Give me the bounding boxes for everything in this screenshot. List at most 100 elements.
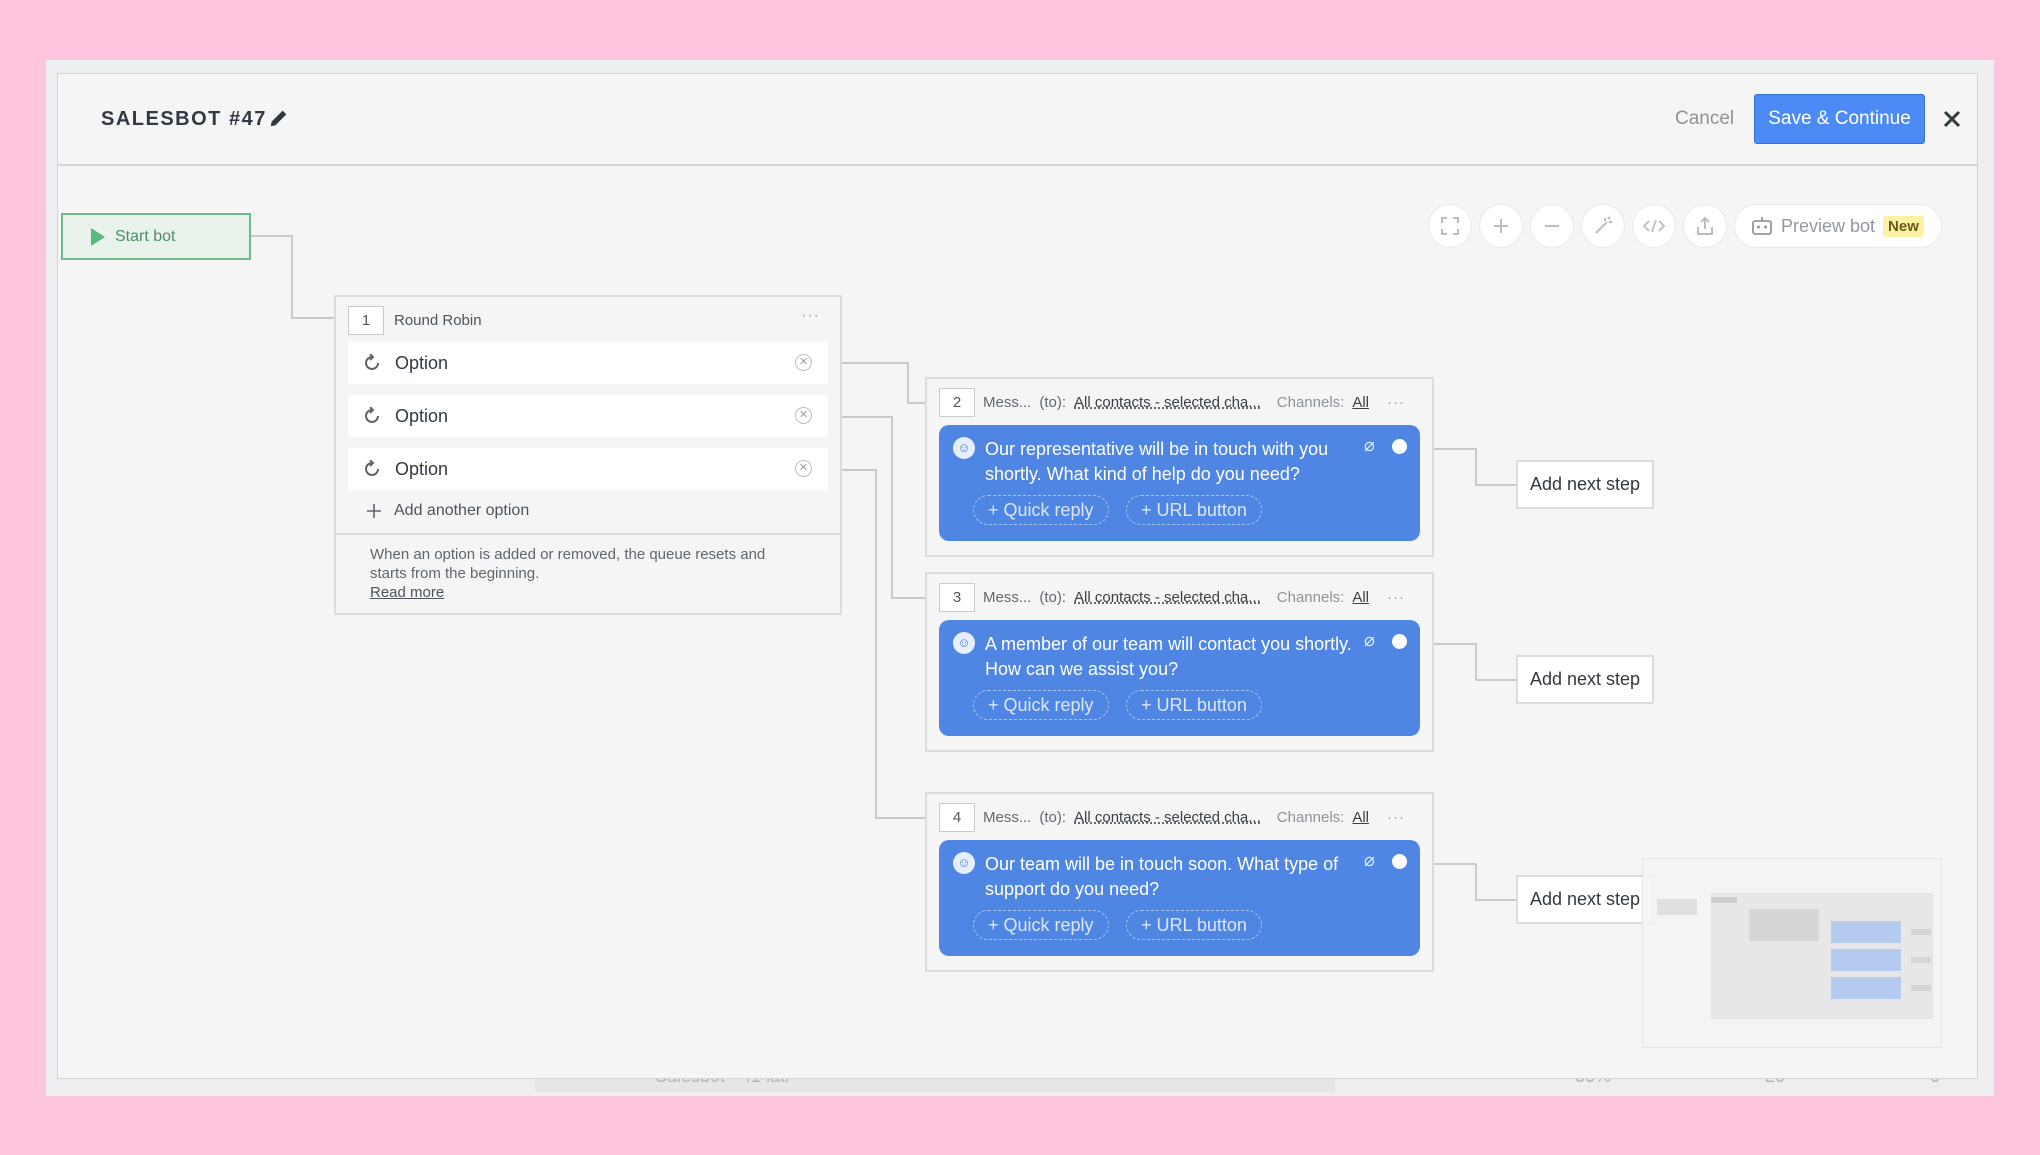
bot-avatar-icon: ☺	[953, 852, 975, 874]
more-options-icon[interactable]: ···	[801, 307, 820, 325]
fullscreen-button[interactable]	[1428, 204, 1472, 248]
code-button[interactable]	[1632, 204, 1676, 248]
refresh-icon	[365, 460, 379, 476]
round-robin-step[interactable]: 1 Round Robin ··· Option ✕ Option ✕ Opti…	[334, 295, 842, 615]
message-step-header: 3 Mess... (to): All contacts - selected …	[927, 574, 1432, 620]
message-step-header: 2 Mess... (to): All contacts - selected …	[927, 379, 1432, 425]
quick-reply-button[interactable]: + Quick reply	[973, 910, 1109, 940]
magic-wand-icon	[1595, 216, 1612, 234]
round-robin-option[interactable]: Option ✕	[348, 342, 828, 384]
output-connector[interactable]	[1392, 439, 1407, 454]
more-options-icon[interactable]: ···	[1387, 394, 1405, 411]
preview-bot-label: Preview bot	[1781, 215, 1876, 236]
more-options-icon[interactable]: ···	[1387, 589, 1405, 606]
bot-icon	[1752, 217, 1772, 235]
step-number: 4	[939, 802, 975, 832]
recipients-link[interactable]: All contacts - selected cha...	[1074, 394, 1261, 411]
attachment-icon[interactable]: ⌀	[1364, 435, 1375, 456]
export-button[interactable]	[1683, 204, 1727, 248]
recipients-link[interactable]: All contacts - selected cha...	[1074, 809, 1261, 826]
to-label: (to):	[1039, 393, 1067, 411]
step-title: Round Robin	[394, 312, 482, 329]
channels-link[interactable]: All	[1352, 589, 1369, 606]
message-bubble[interactable]: ☺ A member of our team will contact you …	[939, 620, 1420, 736]
channels-label: Channels:	[1276, 588, 1345, 606]
channels-label: Channels:	[1276, 808, 1345, 826]
to-label: (to):	[1039, 588, 1067, 606]
attachment-icon[interactable]: ⌀	[1364, 630, 1375, 651]
preview-bot-button[interactable]: Preview bot New	[1734, 204, 1942, 248]
play-icon	[91, 227, 105, 246]
minimap-node	[1831, 977, 1901, 999]
new-badge: New	[1883, 215, 1924, 237]
plus-icon	[367, 504, 381, 518]
minimap-node	[1711, 897, 1737, 903]
quick-reply-button[interactable]: + Quick reply	[973, 495, 1109, 525]
minimap-node	[1831, 921, 1901, 943]
minimap-node	[1911, 957, 1931, 963]
modal-header: SALESBOT #47 Cancel Save & Continue	[58, 74, 1977, 166]
start-bot-label: Start bot	[115, 227, 176, 245]
note-text: When an option is added or removed, the …	[370, 546, 766, 582]
message-step[interactable]: 4 Mess... (to): All contacts - selected …	[925, 792, 1434, 972]
url-button[interactable]: + URL button	[1126, 690, 1262, 720]
auto-arrange-button[interactable]	[1581, 204, 1625, 248]
option-label: Option	[395, 352, 449, 373]
refresh-icon	[365, 407, 379, 423]
output-connector[interactable]	[1392, 634, 1407, 649]
recipients-link[interactable]: All contacts - selected cha...	[1074, 589, 1261, 606]
remove-option-icon[interactable]: ✕	[795, 354, 812, 371]
attachment-icon[interactable]: ⌀	[1364, 850, 1375, 871]
step-number: 3	[939, 582, 975, 612]
more-options-icon[interactable]: ···	[1387, 809, 1405, 826]
add-option-button[interactable]: Add another option	[366, 502, 529, 520]
step-type: Mess...	[983, 393, 1032, 411]
message-text[interactable]: Our representative will be in touch with…	[985, 437, 1365, 487]
channels-link[interactable]: All	[1352, 394, 1369, 411]
message-bubble[interactable]: ☺ Our representative will be in touch wi…	[939, 425, 1420, 541]
plus-icon	[1494, 219, 1508, 233]
step-number: 2	[939, 387, 975, 417]
canvas-minimap[interactable]	[1642, 858, 1942, 1048]
message-text[interactable]: A member of our team will contact you sh…	[985, 632, 1365, 682]
message-bubble[interactable]: ☺ Our team will be in touch soon. What t…	[939, 840, 1420, 956]
pencil-icon[interactable]	[268, 107, 290, 129]
message-text[interactable]: Our team will be in touch soon. What typ…	[985, 852, 1365, 902]
cancel-button[interactable]: Cancel	[1675, 108, 1734, 130]
read-more-link[interactable]: Read more	[370, 583, 806, 602]
round-robin-option[interactable]: Option ✕	[348, 395, 828, 437]
step-number: 1	[348, 306, 384, 335]
bot-avatar-icon: ☺	[953, 437, 975, 459]
step-type: Mess...	[983, 808, 1032, 826]
message-step[interactable]: 2 Mess... (to): All contacts - selected …	[925, 377, 1434, 557]
minimap-node	[1749, 909, 1819, 941]
bot-avatar-icon: ☺	[953, 632, 975, 654]
url-button[interactable]: + URL button	[1126, 495, 1262, 525]
zoom-in-button[interactable]	[1479, 204, 1523, 248]
add-next-step-button[interactable]: Add next step	[1516, 655, 1654, 704]
start-bot-node[interactable]: Start bot	[61, 213, 251, 260]
option-label: Option	[395, 405, 449, 426]
fullscreen-icon	[1441, 217, 1459, 235]
quick-reply-button[interactable]: + Quick reply	[973, 690, 1109, 720]
close-icon[interactable]	[1940, 107, 1964, 131]
add-option-label: Add another option	[394, 502, 530, 519]
remove-option-icon[interactable]: ✕	[795, 460, 812, 477]
remove-option-icon[interactable]: ✕	[795, 407, 812, 424]
round-robin-option[interactable]: Option ✕	[348, 448, 828, 490]
zoom-out-button[interactable]	[1530, 204, 1574, 248]
minimap-node	[1911, 985, 1931, 991]
message-step[interactable]: 3 Mess... (to): All contacts - selected …	[925, 572, 1434, 752]
channels-link[interactable]: All	[1352, 809, 1369, 826]
message-step-header: 4 Mess... (to): All contacts - selected …	[927, 794, 1432, 840]
output-connector[interactable]	[1392, 854, 1407, 869]
step-type: Mess...	[983, 588, 1032, 606]
salesbot-editor-modal: SALESBOT #47 Cancel Save & Continue Prev…	[57, 73, 1978, 1079]
minimap-node	[1657, 899, 1697, 915]
add-next-step-button[interactable]: Add next step	[1516, 460, 1654, 509]
save-continue-button[interactable]: Save & Continue	[1754, 94, 1925, 144]
add-next-step-button[interactable]: Add next step	[1516, 875, 1654, 924]
url-button[interactable]: + URL button	[1126, 910, 1262, 940]
minimap-node	[1911, 929, 1931, 935]
option-label: Option	[395, 458, 449, 479]
